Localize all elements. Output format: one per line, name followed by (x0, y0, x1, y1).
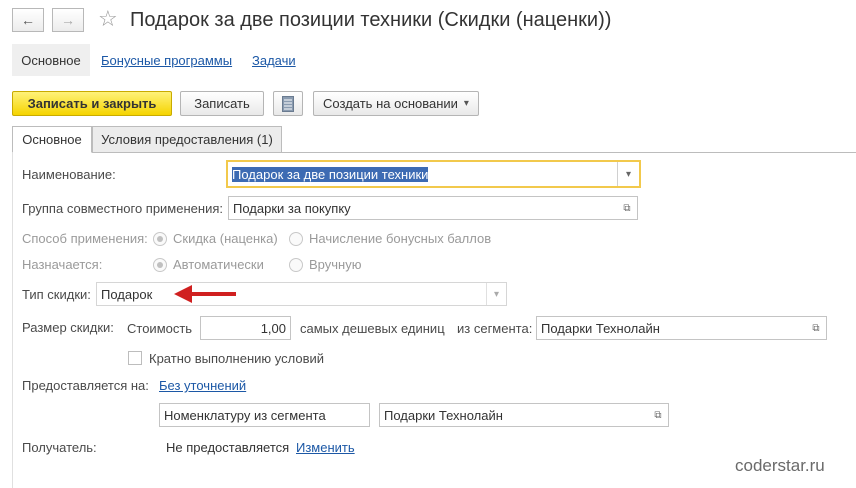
provided-label: Предоставляется на: (22, 378, 149, 393)
save-button[interactable]: Записать (180, 91, 264, 116)
tab-conditions-label: Условия предоставления (1) (101, 132, 273, 147)
size-label: Размер скидки: (22, 320, 114, 335)
nomenclature-value: Номенклатуру из сегмента (164, 407, 326, 423)
arrow-left-icon: ← (21, 12, 35, 28)
open-icon[interactable]: ⧉ (617, 197, 637, 219)
tab-main-label: Основное (22, 132, 82, 147)
save-and-close-button[interactable]: Записать и закрыть (12, 91, 172, 116)
assigned-manual-label: Вручную (309, 257, 362, 272)
group-label: Группа совместного применения: (22, 201, 223, 216)
cost-value: 1,00 (260, 320, 286, 336)
open-icon[interactable]: ⧉ (648, 404, 668, 426)
save-and-close-label: Записать и закрыть (27, 96, 157, 111)
type-label: Тип скидки: (22, 287, 91, 302)
method-bonus-label: Начисление бонусных баллов (309, 231, 492, 246)
cost-label: Стоимость (127, 321, 193, 336)
method-discount-radio[interactable] (153, 232, 167, 246)
segment-value: Подарки Технолайн (541, 320, 660, 336)
nomenclature-segment-input[interactable]: Подарки Технолайн ⧉ (379, 403, 669, 427)
tab-divider (12, 152, 856, 153)
page-title: Подарок за две позиции техники (Скидки (… (130, 9, 612, 31)
recipient-label: Получатель: (22, 440, 97, 455)
section-tasks-link[interactable]: Задачи (252, 53, 296, 68)
recipient-value: Не предоставляется (166, 440, 290, 455)
section-bonus-link[interactable]: Бонусные программы (101, 53, 232, 68)
assigned-manual-radio[interactable] (289, 258, 303, 272)
tab-main[interactable]: Основное (12, 126, 92, 153)
nomenclature-segment-value: Подарки Технолайн (384, 407, 503, 423)
cost-input[interactable]: 1,00 (200, 316, 291, 340)
type-value: Подарок (101, 286, 153, 302)
assigned-label: Назначается: (22, 257, 103, 272)
star-icon[interactable]: ☆ (98, 6, 118, 32)
tab-conditions[interactable]: Условия предоставления (1) (92, 126, 282, 153)
method-discount-label: Скидка (наценка) (173, 231, 278, 246)
open-icon[interactable]: ⧉ (806, 317, 826, 339)
provided-link[interactable]: Без уточнений (159, 378, 246, 393)
type-select[interactable]: Подарок ▾ (96, 282, 507, 306)
multiple-checkbox[interactable] (128, 351, 142, 365)
red-arrow-annotation (174, 285, 236, 303)
name-value: Подарок за две позиции техники (232, 166, 429, 182)
group-value: Подарки за покупку (233, 200, 351, 216)
group-input[interactable]: Подарки за покупку ⧉ (228, 196, 638, 220)
chevron-down-icon[interactable]: ▾ (617, 162, 639, 186)
chevron-down-icon: ▾ (463, 98, 469, 109)
method-label: Способ применения: (22, 231, 148, 246)
recipient-change-link[interactable]: Изменить (296, 440, 355, 455)
assigned-auto-label: Автоматически (173, 257, 264, 272)
tab-panel-border (12, 152, 13, 488)
method-bonus-radio[interactable] (289, 232, 303, 246)
section-main[interactable]: Основное (12, 44, 90, 76)
cheapest-label: самых дешевых единиц (300, 321, 445, 336)
segment-input[interactable]: Подарки Технолайн ⧉ (536, 316, 827, 340)
create-based-on-label: Создать на основании (323, 96, 458, 111)
watermark: coderstar.ru (735, 456, 825, 475)
back-button[interactable]: ← (12, 8, 44, 32)
name-label: Наименование: (22, 167, 116, 182)
save-label: Записать (194, 96, 250, 111)
section-main-label: Основное (21, 52, 81, 68)
forward-button[interactable]: → (52, 8, 84, 32)
multiple-label: Кратно выполнению условий (149, 351, 324, 366)
document-list-icon (282, 95, 294, 112)
segment-label: из сегмента: (457, 321, 533, 336)
name-input[interactable]: Подарок за две позиции техники ▾ (226, 160, 641, 188)
chevron-down-icon[interactable]: ▾ (486, 283, 506, 305)
create-based-on-button[interactable]: Создать на основании ▾ (313, 91, 479, 116)
report-button[interactable] (273, 91, 303, 116)
nomenclature-input[interactable]: Номенклатуру из сегмента (159, 403, 370, 427)
assigned-auto-radio[interactable] (153, 258, 167, 272)
arrow-right-icon: → (61, 12, 75, 28)
